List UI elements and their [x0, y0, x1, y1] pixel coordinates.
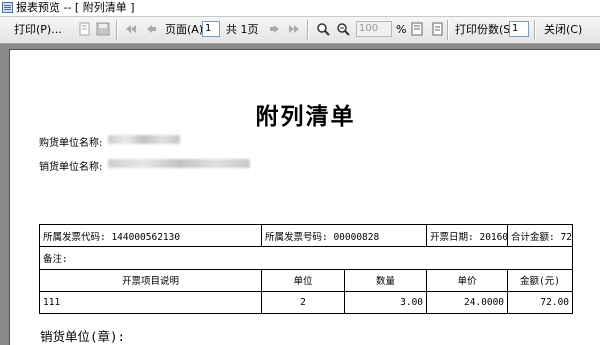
- previous-page-icon[interactable]: [144, 22, 158, 36]
- col-header-description: 开票项目说明: [38, 268, 263, 292]
- row-description: 111: [38, 290, 263, 315]
- row-unit: 2: [261, 290, 346, 315]
- invoice-info-row: 所属发票代码: 144000562130 所属发票号码: 00000828 开票…: [38, 223, 574, 248]
- total-pages-label: 共 1页: [226, 23, 259, 36]
- invoice-date-cell: 开票日期: 20160420: [426, 223, 509, 248]
- fit-page-icon[interactable]: [410, 22, 424, 36]
- zoom-input[interactable]: 100: [356, 21, 392, 37]
- col-header-unit: 单位: [261, 268, 346, 292]
- zoom-percent-label: %: [396, 23, 407, 36]
- table-row: 111 2 3.00 24.0000 72.00: [38, 290, 574, 315]
- col-header-price: 单价: [426, 268, 509, 292]
- close-button[interactable]: 关闭(C): [544, 21, 582, 39]
- total-amount-cell: 合计金额: 72.00: [507, 223, 574, 248]
- zoom-in-icon[interactable]: [316, 22, 330, 36]
- toolbar-separator: [447, 20, 449, 40]
- toolbar-separator: [307, 20, 309, 40]
- app-icon: [2, 2, 13, 13]
- window-title: 报表预览 -- [ 附列清单 ]: [16, 1, 135, 14]
- report-page: 附列清单 购货单位名称: 销货单位名称: 所属发票代码: 14400056213…: [9, 49, 600, 345]
- next-page-icon[interactable]: [268, 22, 282, 36]
- page-number-input[interactable]: 1: [202, 21, 220, 37]
- print-button[interactable]: 打印(P)...: [14, 21, 62, 39]
- table-header-row: 开票项目说明 单位 数量 单价 金额(元): [38, 268, 574, 292]
- page-label: 页面(A): [165, 23, 204, 36]
- row-quantity: 3.00: [344, 290, 428, 315]
- toolbar-separator: [116, 20, 118, 40]
- toolbar: 打印(P)... 页面(A) 1 共 1页 100 % 打印份数(S) 1 关闭…: [0, 17, 600, 44]
- zoom-out-icon[interactable]: [336, 22, 350, 36]
- redacted-seller-name: [108, 159, 250, 168]
- page-setup-icon[interactable]: [78, 22, 92, 36]
- invoice-table: 所属发票代码: 144000562130 所属发票号码: 00000828 开票…: [38, 223, 574, 315]
- col-header-quantity: 数量: [344, 268, 428, 292]
- preview-viewport[interactable]: 附列清单 购货单位名称: 销货单位名称: 所属发票代码: 14400056213…: [0, 44, 600, 345]
- print-copies-label: 打印份数(S): [455, 23, 515, 36]
- buyer-name-label: 购货单位名称:: [39, 138, 103, 149]
- invoice-code-cell: 所属发票代码: 144000562130: [38, 223, 263, 248]
- save-icon[interactable]: [96, 22, 110, 36]
- last-page-icon[interactable]: [287, 22, 301, 36]
- window-titlebar: 报表预览 -- [ 附列清单 ]: [0, 0, 600, 17]
- seller-name-label: 销货单位名称:: [39, 162, 103, 173]
- redacted-buyer-name: [108, 135, 180, 144]
- print-copies-input[interactable]: 1: [509, 21, 529, 37]
- row-amount: 72.00: [507, 290, 574, 315]
- document-title: 附列清单: [255, 103, 356, 130]
- remark-cell: 备注:: [38, 246, 574, 270]
- remark-row: 备注:: [38, 246, 574, 270]
- col-header-amount: 金额(元): [507, 268, 574, 292]
- first-page-icon[interactable]: [124, 22, 138, 36]
- invoice-number-cell: 所属发票号码: 00000828: [261, 223, 428, 248]
- row-price: 24.0000: [426, 290, 509, 315]
- document-icon[interactable]: [430, 22, 444, 36]
- toolbar-separator: [534, 20, 536, 40]
- seller-seal-label: 销货单位(章):: [40, 329, 126, 344]
